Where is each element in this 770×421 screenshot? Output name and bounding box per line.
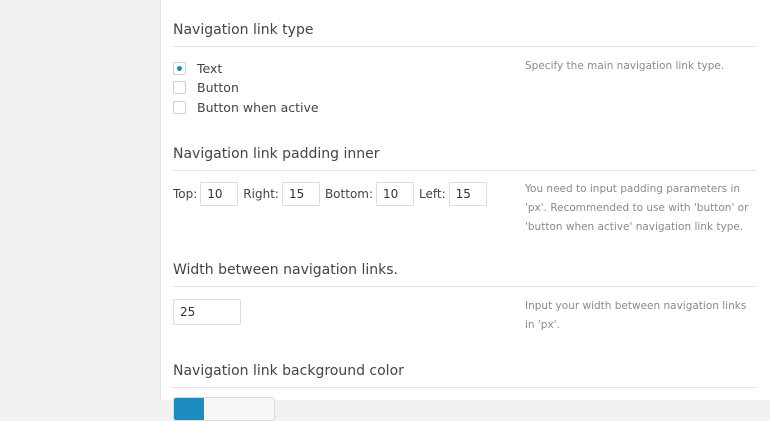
width-title: Width between navigation links. [173, 262, 756, 287]
padding-inputs-row: Top: Right: Bottom: Left: [173, 182, 492, 206]
admin-sidebar [0, 0, 160, 400]
radio-button-when-active-label: Button when active [197, 99, 319, 115]
padding-left-input[interactable] [448, 182, 487, 206]
radio-option-text[interactable]: Text [173, 59, 222, 77]
padding-bottom-input[interactable] [376, 182, 415, 206]
width-input[interactable] [173, 299, 241, 325]
width-description: Input your width between navigation link… [525, 300, 747, 331]
padding-description: You need to input padding parameters in … [525, 183, 749, 233]
radio-option-button-when-active[interactable]: Button when active [173, 98, 319, 116]
radio-text[interactable] [173, 61, 186, 75]
radio-text-label: Text [197, 60, 223, 76]
padding-top-input[interactable] [200, 182, 239, 206]
padding-top-label: Top: [173, 187, 198, 201]
link-type-section: Navigation link type Text Button Button … [173, 22, 756, 115]
radio-button[interactable] [173, 80, 186, 94]
padding-bottom-label: Bottom: [324, 187, 374, 201]
color-swatch [174, 398, 204, 420]
padding-title: Navigation link padding inner [173, 146, 756, 171]
settings-panel: Navigation link type Text Button Button … [160, 0, 770, 421]
padding-section: Navigation link padding inner Top: Right… [173, 146, 756, 233]
link-type-title: Navigation link type [173, 22, 756, 47]
radio-button-label: Button [197, 79, 239, 95]
radio-option-button[interactable]: Button [173, 78, 239, 96]
padding-right-input[interactable] [281, 182, 320, 206]
width-section: Width between navigation links. Input yo… [173, 262, 756, 331]
color-picker-button[interactable] [173, 397, 275, 421]
link-type-description: Specify the main navigation link type. [525, 60, 725, 72]
padding-right-label: Right: [243, 187, 279, 201]
background-title: Navigation link background color [173, 363, 756, 388]
padding-left-label: Left: [419, 187, 446, 201]
background-section: Navigation link background color [173, 363, 756, 421]
radio-button-when-active[interactable] [173, 100, 186, 114]
